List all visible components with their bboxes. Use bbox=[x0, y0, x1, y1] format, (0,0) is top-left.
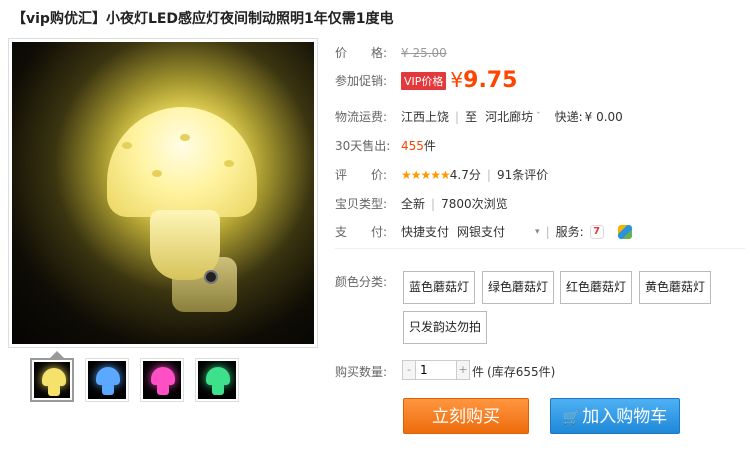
cap-spot bbox=[152, 170, 162, 177]
cap-spot bbox=[180, 134, 190, 141]
payment-label: 支 付: bbox=[335, 225, 388, 239]
option-red[interactable]: 红色蘑菇灯 bbox=[560, 271, 633, 304]
color-label-row: 颜色分类: bbox=[335, 273, 401, 290]
main-product-image bbox=[8, 38, 318, 348]
price-row: 价 格: ¥ 25.00 bbox=[335, 44, 447, 61]
option-green[interactable]: 绿色蘑菇灯 bbox=[482, 271, 555, 304]
quantity-input[interactable] bbox=[415, 361, 457, 379]
type-row: 宝贝类型: 全新 | 7800次浏览 bbox=[335, 195, 508, 212]
mushroom-cap bbox=[107, 107, 257, 217]
thumbnail-pink[interactable] bbox=[140, 358, 184, 402]
option-yellow[interactable]: 黄色蘑菇灯 bbox=[639, 271, 712, 304]
quantity-label-row: 购买数量: bbox=[335, 363, 401, 380]
buy-now-button[interactable]: 立刻购买 bbox=[403, 398, 529, 434]
original-price: ¥ 25.00 bbox=[401, 45, 447, 60]
price-label: 价 格: bbox=[335, 46, 388, 60]
light-sensor bbox=[204, 270, 218, 284]
option-yunda-only[interactable]: 只发韵达勿拍 bbox=[403, 311, 488, 344]
type-label: 宝贝类型: bbox=[335, 197, 388, 211]
cart-icon: 🛒 bbox=[562, 410, 581, 426]
stock-count: (库存655件) bbox=[487, 365, 556, 379]
cap-spot bbox=[224, 160, 234, 167]
add-to-cart-label: 加入购物车 bbox=[582, 407, 668, 427]
quantity-unit: 件 bbox=[472, 365, 485, 379]
payment-row: 支 付: 快捷支付 网银支付 ▾ | 服务: 7 bbox=[335, 223, 632, 240]
express-fee: ¥ 0.00 bbox=[584, 109, 623, 124]
7-day-return-icon[interactable]: 7 bbox=[589, 224, 604, 239]
thumbnail-list bbox=[30, 358, 239, 402]
color-label: 颜色分类: bbox=[335, 275, 388, 289]
type-value: 全新 bbox=[401, 197, 426, 211]
active-thumb-indicator bbox=[50, 351, 64, 358]
ship-to-select[interactable]: 河北廊坊 bbox=[485, 108, 533, 125]
service-label: 服务: bbox=[555, 225, 584, 239]
pay-method-bank: 网银支付 bbox=[457, 225, 506, 239]
thumbnail-yellow[interactable] bbox=[30, 358, 74, 402]
separator: | bbox=[455, 109, 460, 124]
option-blue[interactable]: 蓝色蘑菇灯 bbox=[403, 271, 476, 304]
pay-method-quick: 快捷支付 bbox=[401, 225, 450, 239]
review-count-link[interactable]: 91条评价 bbox=[497, 166, 548, 183]
sold-unit: 件 bbox=[423, 139, 436, 153]
sold-label: 30天售出: bbox=[335, 139, 391, 153]
promo-price: ¥9.75 bbox=[450, 68, 517, 93]
shipping-row: 物流运费: 江西上饶 | 至 河北廊坊 ˇ 快递: ¥ 0.00 bbox=[335, 108, 623, 125]
quantity-stepper: - + bbox=[402, 360, 470, 380]
product-title: 【vip购优汇】小夜灯LED感应灯夜间制动照明1年仅需1度电 bbox=[12, 11, 394, 27]
sold-count: 455 bbox=[401, 138, 424, 153]
star-rating-icon: ★★★★★ bbox=[401, 167, 451, 182]
view-count: 7800次浏览 bbox=[441, 197, 508, 211]
stock-info: 件 (库存655件) bbox=[472, 363, 555, 380]
thumbnail-green[interactable] bbox=[195, 358, 239, 402]
decrement-button[interactable]: - bbox=[403, 361, 415, 379]
currency-symbol: ¥ bbox=[450, 68, 464, 92]
separator: | bbox=[545, 224, 550, 239]
vip-badge: VIP价格 bbox=[401, 71, 447, 90]
cap-spot bbox=[122, 142, 132, 149]
ship-from: 江西上饶 bbox=[401, 110, 450, 124]
ship-to-word: 至 bbox=[465, 110, 478, 124]
rating-label: 评 价: bbox=[335, 168, 388, 182]
increment-button[interactable]: + bbox=[457, 361, 469, 379]
chevron-down-icon[interactable]: ▾ bbox=[535, 227, 540, 237]
guarantee-icon[interactable] bbox=[617, 224, 632, 239]
rating-score: 4.7分 bbox=[449, 168, 481, 182]
chevron-down-icon[interactable]: ˇ bbox=[536, 112, 541, 122]
promo-label: 参加促销: bbox=[335, 74, 388, 88]
thumbnail-blue[interactable] bbox=[85, 358, 129, 402]
separator: | bbox=[431, 196, 436, 211]
add-to-cart-button[interactable]: 🛒 加入购物车 bbox=[550, 398, 680, 434]
rating-row: 评 价: ★★★★★ 4.7分 | 91条评价 bbox=[335, 166, 548, 183]
divider bbox=[335, 248, 745, 249]
express-label: 快递: bbox=[554, 110, 583, 124]
quantity-label: 购买数量: bbox=[335, 365, 388, 379]
sold-row: 30天售出: 455 件 bbox=[335, 137, 436, 154]
shipping-label: 物流运费: bbox=[335, 110, 388, 124]
separator: | bbox=[486, 167, 491, 182]
promo-amount: 9.75 bbox=[463, 68, 518, 93]
promo-row: 参加促销: VIP价格 ¥9.75 bbox=[335, 68, 517, 93]
